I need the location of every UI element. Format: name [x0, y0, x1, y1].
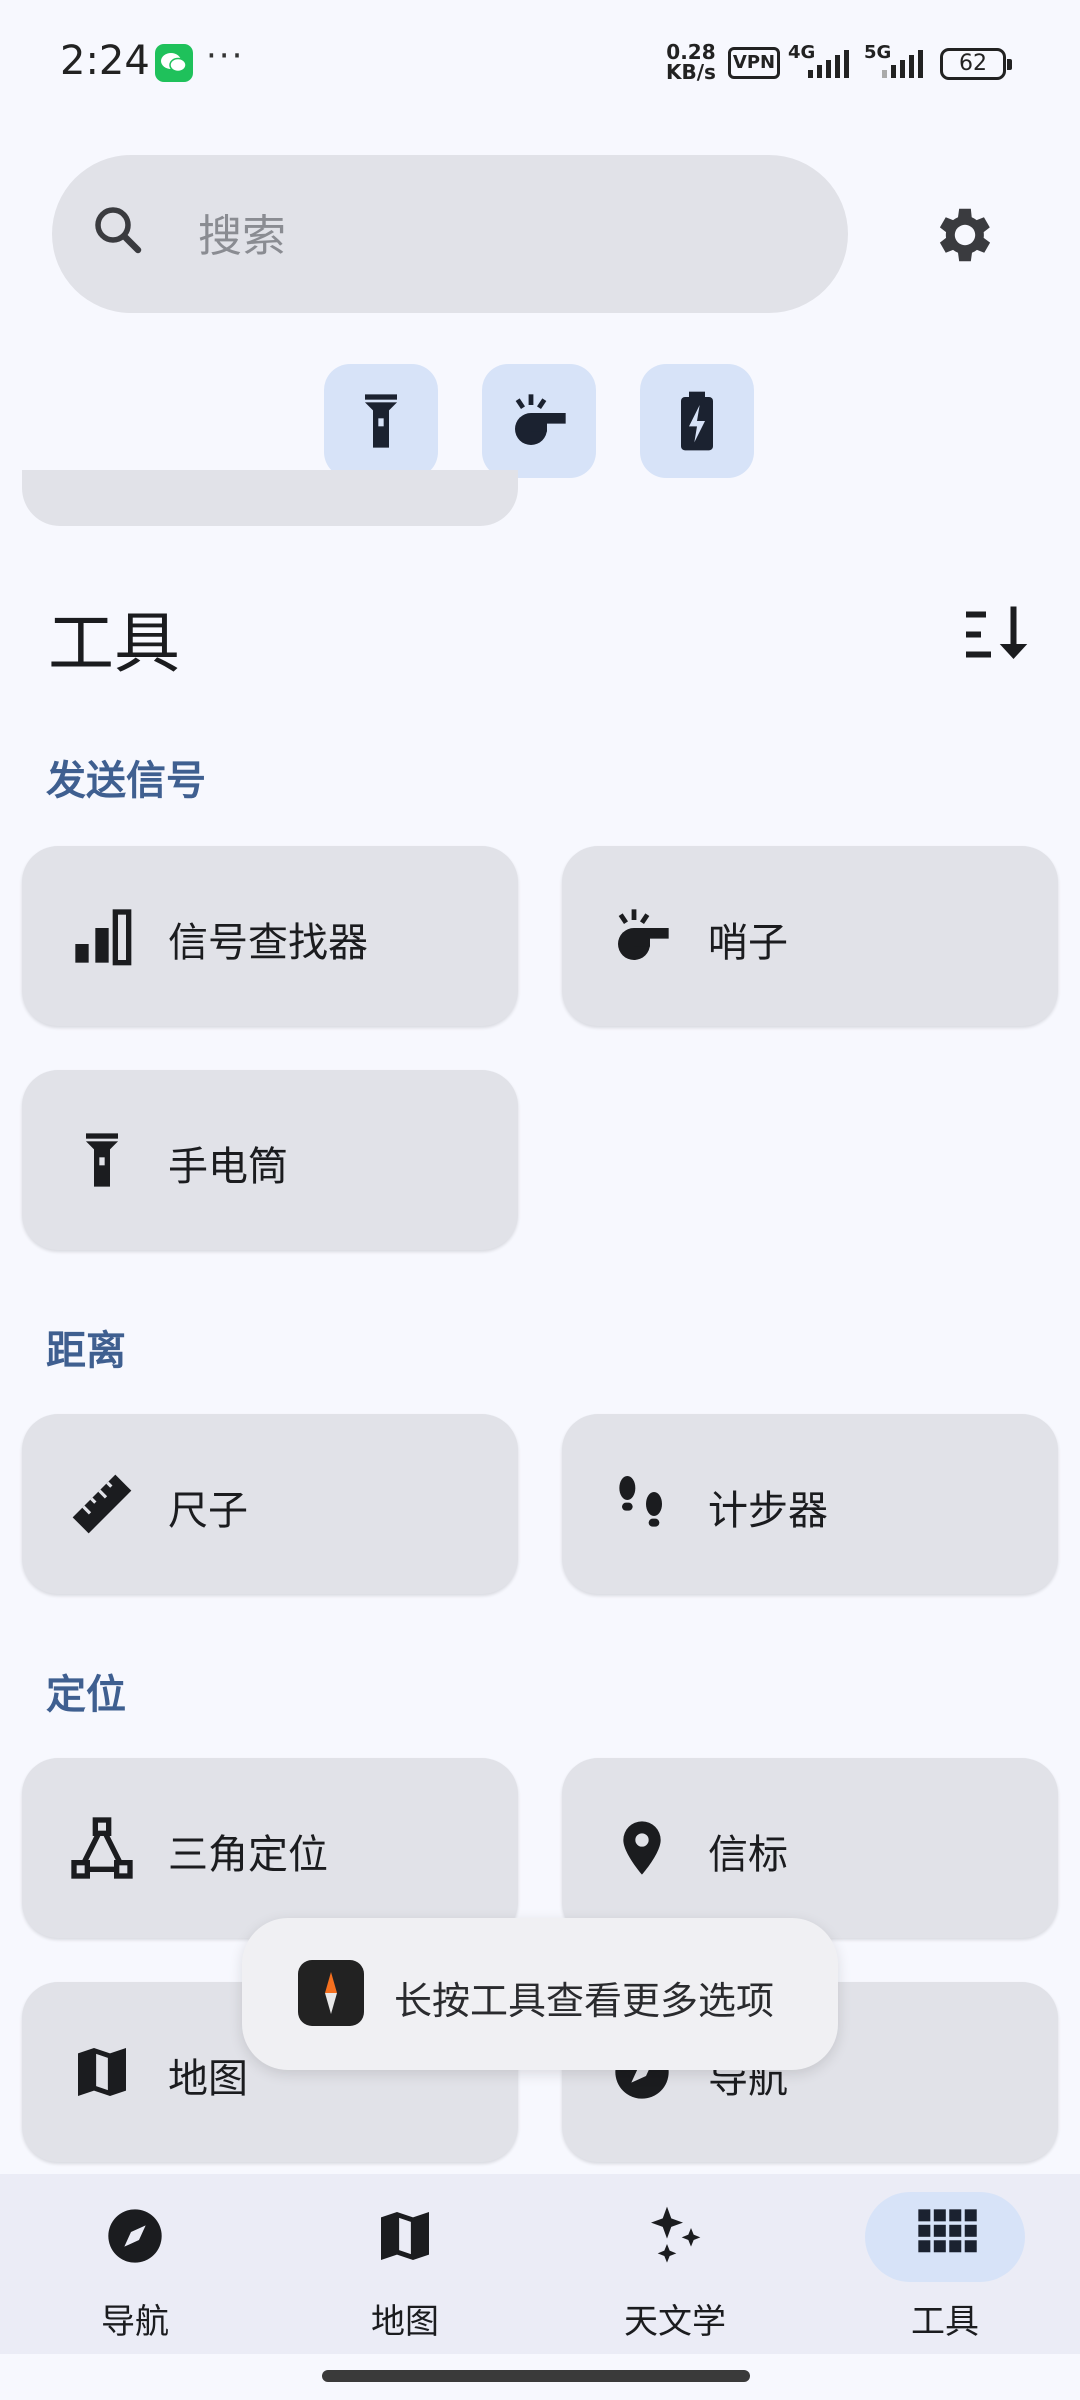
flashlight-icon	[365, 394, 397, 448]
tool-label: 尺子	[168, 1488, 248, 1534]
ruler-icon	[72, 1474, 132, 1534]
signal-bars-icon	[75, 909, 132, 966]
status-bar: 2:24 ··· 0.28 KB/s VPN 4G 5G 62	[0, 0, 1080, 124]
footprints-icon	[619, 1476, 662, 1527]
search-bar[interactable]	[52, 155, 848, 313]
nav-item-map[interactable]: 地图	[270, 2174, 540, 2354]
toast-message: 长按工具查看更多选项	[242, 1918, 838, 2070]
gear-icon[interactable]	[930, 200, 1000, 270]
sparkle-icon	[651, 2206, 701, 2263]
section-label-location: 定位	[46, 1672, 126, 1718]
network-speed: 0.28 KB/s	[666, 40, 716, 84]
tool-card-whistle[interactable]: 哨子	[562, 846, 1058, 1026]
sort-icon[interactable]	[966, 604, 1036, 664]
vpn-badge: VPN	[728, 47, 780, 79]
location-pin-icon	[623, 1821, 661, 1875]
page-title: 工具	[48, 605, 180, 682]
tool-label: 信标	[708, 1832, 788, 1878]
section-label-signaling: 发送信号	[46, 758, 206, 804]
battery-bolt-icon	[681, 391, 713, 451]
nav-item-tools[interactable]: 工具	[810, 2174, 1080, 2354]
tool-card-signal-finder[interactable]: 信号查找器	[22, 846, 518, 1026]
tool-card-pedometer[interactable]: 计步器	[562, 1414, 1058, 1594]
tool-card-ruler[interactable]: 尺子	[22, 1414, 518, 1594]
signal-strength-icon	[808, 50, 849, 78]
app-icon	[298, 1960, 364, 2026]
home-indicator[interactable]	[322, 2370, 750, 2382]
nav-label: 工具	[911, 2302, 979, 2342]
tool-label: 哨子	[708, 920, 788, 966]
search-input[interactable]: 搜索	[198, 200, 286, 264]
nav-item-astronomy[interactable]: 天文学	[540, 2174, 810, 2354]
signal-strength-2-icon	[882, 50, 923, 78]
nav-label: 地图	[371, 2302, 439, 2342]
battery-indicator: 62	[940, 48, 1012, 80]
pinned-tool-card-partial[interactable]	[22, 470, 518, 526]
compass-icon	[108, 2209, 162, 2263]
whistle-icon	[618, 909, 669, 960]
nav-label: 导航	[101, 2302, 169, 2342]
flashlight-icon	[86, 1133, 118, 1187]
tool-label: 地图	[168, 2056, 248, 2102]
tool-label: 手电筒	[168, 1144, 288, 1190]
whistle-icon	[515, 394, 566, 445]
more-notifications-icon: ···	[206, 36, 245, 76]
quick-whistle-button[interactable]	[482, 364, 596, 478]
map-icon	[78, 2048, 126, 2096]
tool-label: 三角定位	[168, 1832, 328, 1878]
toast-text: 长按工具查看更多选项	[394, 1979, 775, 2023]
bottom-navigation: 导航 地图 天文学 工具	[0, 2174, 1080, 2354]
grid-icon	[918, 2209, 977, 2253]
tool-label: 计步器	[708, 1488, 828, 1534]
wechat-notification-icon	[155, 44, 193, 82]
tool-card-flashlight[interactable]: 手电筒	[22, 1070, 518, 1250]
quick-flashlight-button[interactable]	[324, 364, 438, 478]
tool-card-triangulate[interactable]: 三角定位	[22, 1758, 518, 1938]
quick-battery-button[interactable]	[640, 364, 754, 478]
tool-card-beacon[interactable]: 信标	[562, 1758, 1058, 1938]
triangulate-icon	[71, 1817, 133, 1879]
tool-label: 信号查找器	[168, 920, 368, 966]
section-label-distance: 距离	[46, 1328, 126, 1374]
nav-item-navigation[interactable]: 导航	[0, 2174, 270, 2354]
map-icon	[381, 2212, 429, 2260]
search-icon	[95, 207, 142, 254]
nav-label: 天文学	[624, 2302, 726, 2342]
status-time: 2:24	[60, 38, 150, 84]
